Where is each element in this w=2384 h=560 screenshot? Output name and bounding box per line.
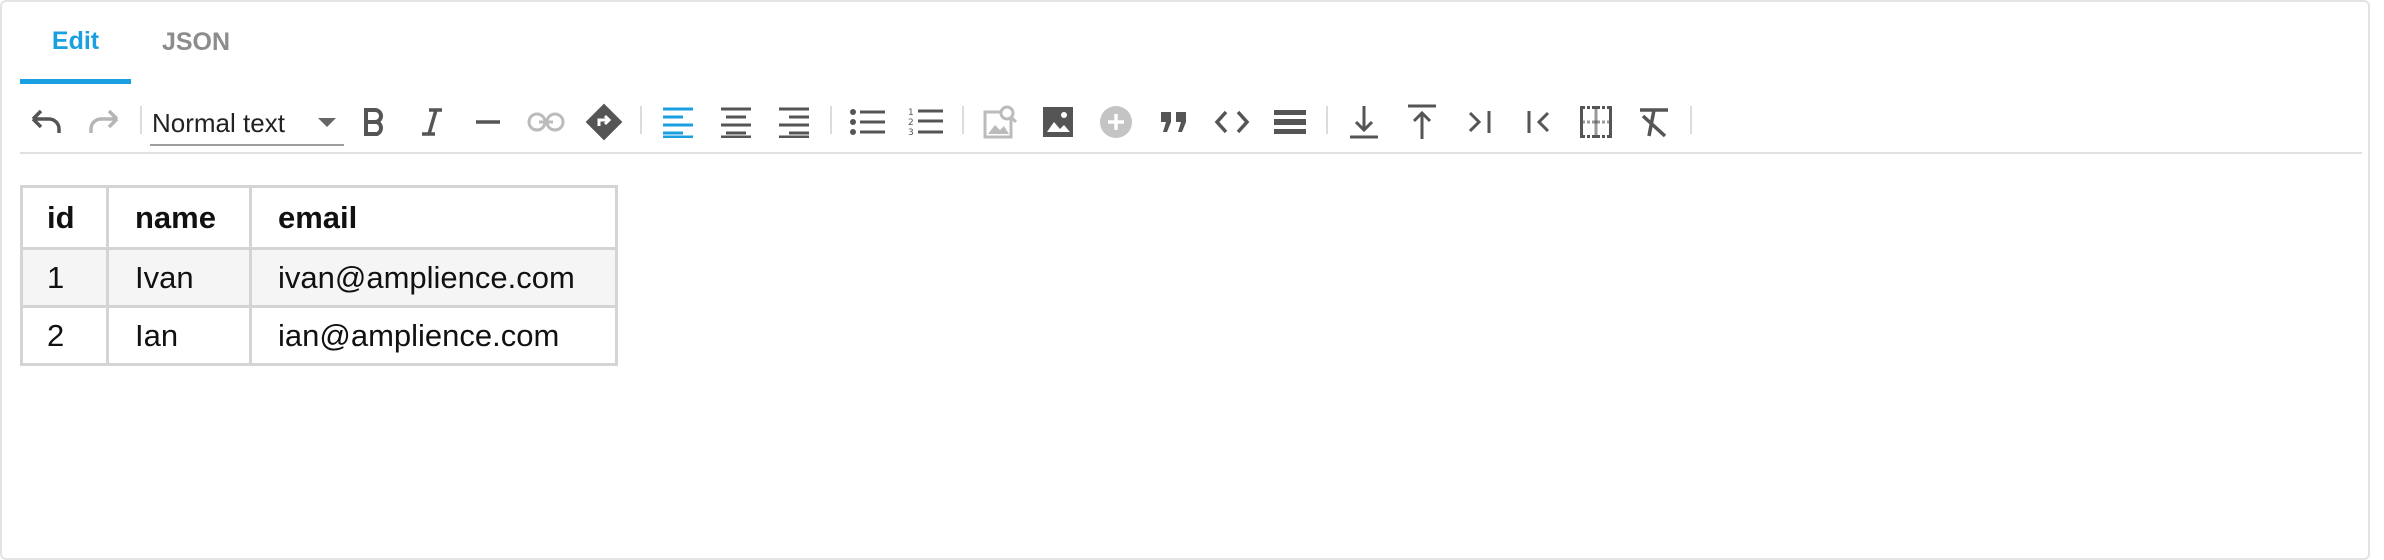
table-cell[interactable]: 1 bbox=[20, 247, 109, 308]
svg-text:3: 3 bbox=[908, 128, 914, 138]
table-cell[interactable]: Ian bbox=[106, 305, 252, 366]
block-format-label: Normal text bbox=[152, 108, 285, 138]
table-icon[interactable] bbox=[1574, 100, 1618, 144]
svg-text:1: 1 bbox=[908, 108, 914, 118]
tab-edit[interactable]: Edit bbox=[20, 0, 131, 84]
redo-icon[interactable] bbox=[82, 100, 126, 144]
table-row: 2 Ian ian@amplience.com bbox=[20, 305, 618, 366]
insert-row-below-icon[interactable] bbox=[1342, 100, 1386, 144]
anchor-icon[interactable] bbox=[582, 100, 626, 144]
numbered-list-icon[interactable]: 123 bbox=[904, 100, 948, 144]
italic-icon[interactable] bbox=[410, 100, 454, 144]
toolbar-separator bbox=[1326, 106, 1328, 134]
align-right-icon[interactable] bbox=[772, 100, 816, 144]
clear-format-icon[interactable] bbox=[1632, 100, 1676, 144]
svg-text:2: 2 bbox=[908, 118, 914, 128]
editor-tabs: Edit JSON bbox=[20, 0, 261, 84]
chevron-down-icon bbox=[318, 118, 336, 127]
bold-icon[interactable] bbox=[352, 100, 396, 144]
table-cell[interactable]: ian@amplience.com bbox=[249, 305, 618, 366]
toolbar-separator bbox=[140, 106, 142, 134]
toolbar-separator bbox=[1690, 106, 1692, 134]
column-header-id[interactable]: id bbox=[20, 185, 109, 250]
add-circle-icon[interactable] bbox=[1094, 100, 1138, 144]
toolbar-separator bbox=[640, 106, 642, 134]
undo-icon[interactable] bbox=[24, 100, 68, 144]
content-table[interactable]: id name email 1 Ivan ivan@amplience.com … bbox=[20, 185, 618, 366]
table-cell[interactable]: ivan@amplience.com bbox=[249, 247, 618, 308]
block-format-select[interactable]: Normal text bbox=[150, 98, 344, 146]
toolbar-separator bbox=[962, 106, 964, 134]
blockquote-icon[interactable] bbox=[1152, 100, 1196, 144]
table-cell[interactable]: 2 bbox=[20, 305, 109, 366]
divider-icon[interactable] bbox=[1268, 100, 1312, 144]
toolbar-separator bbox=[830, 106, 832, 134]
code-icon[interactable] bbox=[1210, 100, 1254, 144]
insert-image-search-icon[interactable] bbox=[978, 100, 1022, 144]
table-header-row: id name email bbox=[20, 185, 618, 250]
horizontal-rule-icon[interactable] bbox=[466, 100, 510, 144]
table-cell[interactable]: Ivan bbox=[106, 247, 252, 308]
image-icon[interactable] bbox=[1036, 100, 1080, 144]
tab-json[interactable]: JSON bbox=[131, 0, 261, 84]
rich-text-toolbar: Normal text 123 bbox=[20, 88, 2362, 154]
link-icon[interactable] bbox=[524, 100, 568, 144]
align-center-icon[interactable] bbox=[714, 100, 758, 144]
insert-row-above-icon[interactable] bbox=[1400, 100, 1444, 144]
column-header-email[interactable]: email bbox=[249, 185, 618, 250]
insert-column-before-icon[interactable] bbox=[1516, 100, 1560, 144]
bullet-list-icon[interactable] bbox=[846, 100, 890, 144]
align-left-icon[interactable] bbox=[656, 100, 700, 144]
column-header-name[interactable]: name bbox=[106, 185, 252, 250]
table-row: 1 Ivan ivan@amplience.com bbox=[20, 247, 618, 308]
insert-column-after-icon[interactable] bbox=[1458, 100, 1502, 144]
